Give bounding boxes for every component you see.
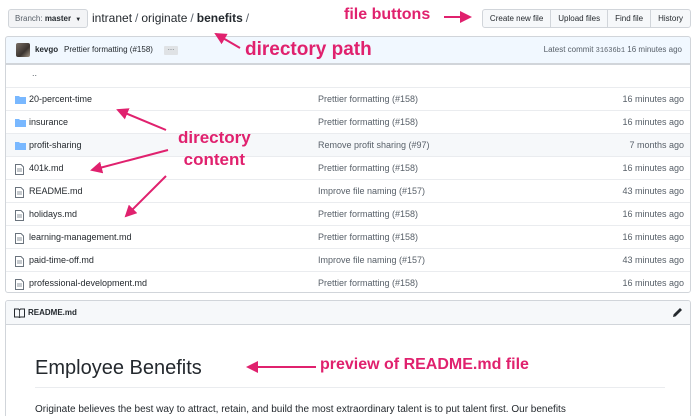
- commit-message[interactable]: Prettier formatting (#158): [64, 45, 153, 54]
- breadcrumb-separator: /: [135, 11, 139, 25]
- table-row: paid-time-off.md Improve file naming (#1…: [6, 248, 690, 271]
- commit-message-link[interactable]: Prettier formatting (#158): [318, 94, 418, 104]
- file-name-link[interactable]: profit-sharing: [29, 140, 82, 150]
- branch-label: Branch:: [15, 14, 43, 23]
- commit-age: 43 minutes ago: [622, 255, 684, 265]
- annotation-readme-preview: preview of README.md file: [320, 356, 529, 373]
- annotation-directory-content-line2: content: [183, 150, 246, 169]
- readme-heading: Employee Benefits: [35, 357, 202, 379]
- table-row: professional-development.md Prettier for…: [6, 271, 690, 292]
- table-row: README.md Improve file naming (#157) 43 …: [6, 179, 690, 202]
- commit-message-link[interactable]: Prettier formatting (#158): [318, 232, 418, 242]
- commit-age: 7 months ago: [629, 140, 684, 150]
- file-icon: [15, 233, 24, 246]
- commit-message-link[interactable]: Remove profit sharing (#97): [318, 140, 430, 150]
- breadcrumb-item-originate[interactable]: originate: [141, 11, 187, 25]
- commit-age: 16 minutes ago: [627, 45, 682, 54]
- commit-age: 16 minutes ago: [622, 232, 684, 242]
- commit-message-link[interactable]: Improve file naming (#157): [318, 186, 425, 196]
- file-name-link[interactable]: paid-time-off.md: [29, 255, 94, 265]
- branch-selector[interactable]: Branch: master ▼: [8, 9, 89, 28]
- history-button[interactable]: History: [650, 9, 691, 28]
- breadcrumb-separator: /: [245, 11, 250, 25]
- file-name-link[interactable]: holidays.md: [29, 209, 77, 219]
- create-new-file-button[interactable]: Create new file: [481, 9, 552, 28]
- file-name-link[interactable]: professional-development.md: [29, 278, 147, 288]
- upload-files-button[interactable]: Upload files: [550, 9, 609, 28]
- breadcrumb: intranet / originate / benefits /: [92, 10, 252, 26]
- table-row: 20-percent-time Prettier formatting (#15…: [6, 87, 690, 110]
- parent-directory-row[interactable]: ..: [6, 64, 690, 87]
- annotation-directory-content: directory content: [178, 127, 251, 171]
- table-row: learning-management.md Prettier formatti…: [6, 225, 690, 248]
- find-file-button[interactable]: Find file: [607, 9, 652, 28]
- directory-content: .. 20-percent-time Prettier formatting (…: [5, 63, 691, 293]
- commit-age: 16 minutes ago: [622, 163, 684, 173]
- commit-message-link[interactable]: Improve file naming (#157): [318, 255, 425, 265]
- file-name-link[interactable]: README.md: [29, 186, 83, 196]
- avatar[interactable]: [16, 43, 30, 57]
- file-icon: [15, 187, 24, 200]
- table-row: profit-sharing Remove profit sharing (#9…: [6, 133, 690, 156]
- table-row: insurance Prettier formatting (#158) 16 …: [6, 110, 690, 133]
- annotation-file-buttons: file buttons: [344, 6, 431, 23]
- pencil-icon[interactable]: [672, 307, 683, 320]
- breadcrumb-separator: /: [190, 11, 194, 25]
- table-row: holidays.md Prettier formatting (#158) 1…: [6, 202, 690, 225]
- commit-message-link[interactable]: Prettier formatting (#158): [318, 163, 418, 173]
- annotation-directory-content-line1: directory: [178, 128, 251, 147]
- commit-latest-info: Latest commit 31636b1 16 minutes ago: [544, 45, 682, 55]
- commit-message-link[interactable]: Prettier formatting (#158): [318, 209, 418, 219]
- table-row: 401k.md Prettier formatting (#158) 16 mi…: [6, 156, 690, 179]
- commit-age: 16 minutes ago: [622, 94, 684, 104]
- branch-value: master: [44, 14, 72, 23]
- heading-divider: [35, 387, 665, 388]
- commit-age: 43 minutes ago: [622, 186, 684, 196]
- file-name-link[interactable]: 20-percent-time: [29, 94, 92, 104]
- commit-age: 16 minutes ago: [622, 117, 684, 127]
- annotation-directory-path: directory path: [245, 39, 372, 60]
- readme-paragraph: Originate believes the best way to attra…: [35, 404, 566, 415]
- file-icon: [15, 256, 24, 269]
- latest-commit-label: Latest commit: [543, 45, 594, 54]
- book-icon: [14, 308, 25, 320]
- readme-filename: README.md: [28, 308, 77, 317]
- readme-header: README.md: [6, 301, 690, 325]
- commit-message-link[interactable]: Prettier formatting (#158): [318, 117, 418, 127]
- commit-sha[interactable]: 31636b1: [596, 47, 625, 55]
- file-icon: [15, 279, 24, 292]
- folder-icon: [15, 118, 26, 129]
- parent-directory-link[interactable]: ..: [32, 68, 37, 78]
- file-buttons: Create new file Upload files Find file H…: [481, 9, 691, 28]
- breadcrumb-item-intranet[interactable]: intranet: [92, 11, 132, 25]
- file-name-link[interactable]: learning-management.md: [29, 232, 132, 242]
- commit-message-link[interactable]: Prettier formatting (#158): [318, 278, 418, 288]
- commit-author[interactable]: kevgo: [35, 45, 58, 54]
- commit-age: 16 minutes ago: [622, 278, 684, 288]
- caret-down-icon: ▼: [75, 17, 82, 23]
- folder-icon: [15, 141, 26, 152]
- file-icon: [15, 210, 24, 223]
- file-name-link[interactable]: insurance: [29, 117, 68, 127]
- file-icon: [15, 164, 24, 177]
- breadcrumb-current: benefits: [196, 11, 243, 25]
- folder-icon: [15, 95, 26, 106]
- commit-age: 16 minutes ago: [622, 209, 684, 219]
- commit-expand-button[interactable]: …: [164, 45, 178, 55]
- file-name-link[interactable]: 401k.md: [29, 163, 64, 173]
